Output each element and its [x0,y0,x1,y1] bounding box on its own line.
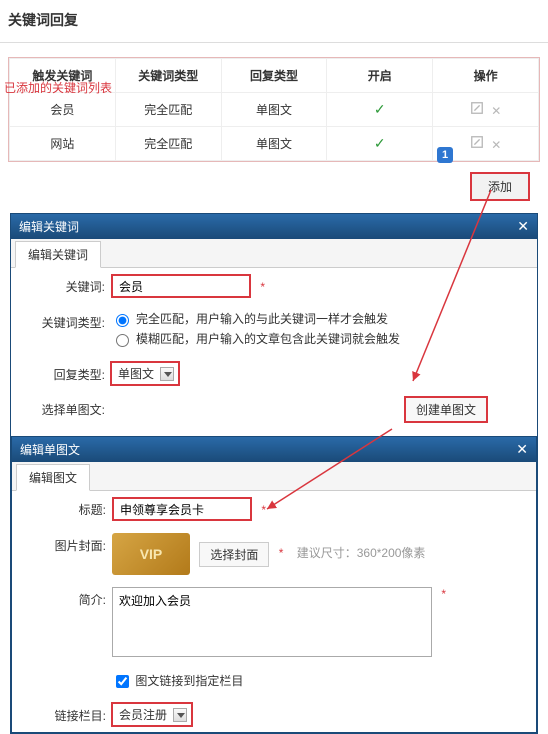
cell-ops: ✕ [433,93,539,127]
keyword-table: 触发关键词 关键词类型 回复类型 开启 操作 会员 完全匹配 单图文 ✓ ✕ 网… [9,58,539,161]
keyword-table-wrap: 已添加的关键词列表 触发关键词 关键词类型 回复类型 开启 操作 会员 完全匹配… [8,57,540,162]
intro-textarea[interactable] [112,587,432,657]
dialog-header: 编辑关键词 ✕ [11,214,537,239]
tabstrip: 编辑关键词 [11,239,537,268]
reply-type-value: 单图文 [118,365,154,382]
dialog-title: 编辑关键词 [19,218,79,235]
add-button[interactable]: 添加 [470,172,530,201]
cover-hint: 建议尺寸：360*200像素 [297,546,426,560]
cell-trigger: 网站 [10,127,116,161]
dropdown-icon [160,367,174,381]
keyword-input[interactable] [111,274,251,298]
cell-trigger: 会员 [10,93,116,127]
label-select-single: 选择单图文: [21,397,111,418]
radio-exact-label: 完全匹配，用户输入的与此关键词一样才会触发 [136,310,388,327]
label-link-column: 链接栏目: [22,703,112,724]
create-single-button[interactable]: 创建单图文 [405,397,487,422]
edit-icon[interactable] [470,101,484,118]
add-button-wrap: 1 添加 [0,172,530,201]
cell-enabled: ✓ [327,93,433,127]
cell-ktype: 完全匹配 [115,93,221,127]
table-row: 网站 完全匹配 单图文 ✓ ✕ [10,127,539,161]
close-icon[interactable]: ✕ [516,441,528,458]
tab-edit-single[interactable]: 编辑图文 [16,464,90,491]
label-ktype: 关键词类型: [21,310,111,331]
delete-icon[interactable]: ✕ [491,104,501,118]
cell-enabled: ✓ [327,127,433,161]
label-rtype: 回复类型: [21,362,111,383]
label-cover: 图片封面: [22,533,112,554]
page-title: 关键词回复 [0,0,548,43]
delete-icon[interactable]: ✕ [491,138,501,152]
dialog-header-inner: 编辑单图文 ✕ [12,437,536,462]
radio-fuzzy-label: 模糊匹配，用户输入的文章包含此关键词就会触发 [136,330,400,347]
label-title: 标题: [22,497,112,518]
link-to-column-label: 图文链接到指定栏目 [135,674,243,688]
check-icon: ✓ [374,135,386,151]
step-badge-1: 1 [437,147,453,163]
cell-rtype: 单图文 [221,127,327,161]
choose-cover-button[interactable]: 选择封面 [199,542,269,567]
dialog-title-inner: 编辑单图文 [20,441,80,458]
col-operations: 操作 [433,59,539,93]
edit-icon[interactable] [470,135,484,152]
col-rtype: 回复类型 [221,59,327,93]
reply-type-select[interactable]: 单图文 [111,362,179,385]
title-input[interactable] [112,497,252,521]
required-star: * [261,503,266,517]
vip-card-thumbnail: VIP [112,533,190,575]
required-star: * [260,280,265,294]
cell-rtype: 单图文 [221,93,327,127]
required-star: * [279,546,284,560]
col-enabled: 开启 [327,59,433,93]
tab-edit-keyword[interactable]: 编辑关键词 [15,241,101,268]
table-row: 会员 完全匹配 单图文 ✓ ✕ [10,93,539,127]
cell-ktype: 完全匹配 [115,127,221,161]
link-column-value: 会员注册 [119,706,167,723]
added-list-label: 已添加的关键词列表 [4,79,112,96]
radio-fuzzy[interactable] [116,334,129,347]
col-ktype: 关键词类型 [115,59,221,93]
label-keyword: 关键词: [21,274,111,295]
dropdown-icon [173,708,187,722]
radio-exact[interactable] [116,314,129,327]
link-to-column-checkbox[interactable] [116,675,129,688]
check-icon: ✓ [374,101,386,117]
close-icon[interactable]: ✕ [517,218,529,235]
tabstrip-inner: 编辑图文 [12,462,536,491]
edit-keyword-dialog: 编辑关键词 ✕ 编辑关键词 关键词: * 关键词类型: 完全匹配，用户输入的与此… [10,213,538,734]
required-star: * [441,587,446,601]
link-column-select[interactable]: 会员注册 [112,703,192,726]
edit-single-dialog: 编辑单图文 ✕ 编辑图文 标题: * 图片封面: VIP 选择封面 * 建议尺寸… [11,436,537,733]
label-intro: 简介: [22,587,112,608]
